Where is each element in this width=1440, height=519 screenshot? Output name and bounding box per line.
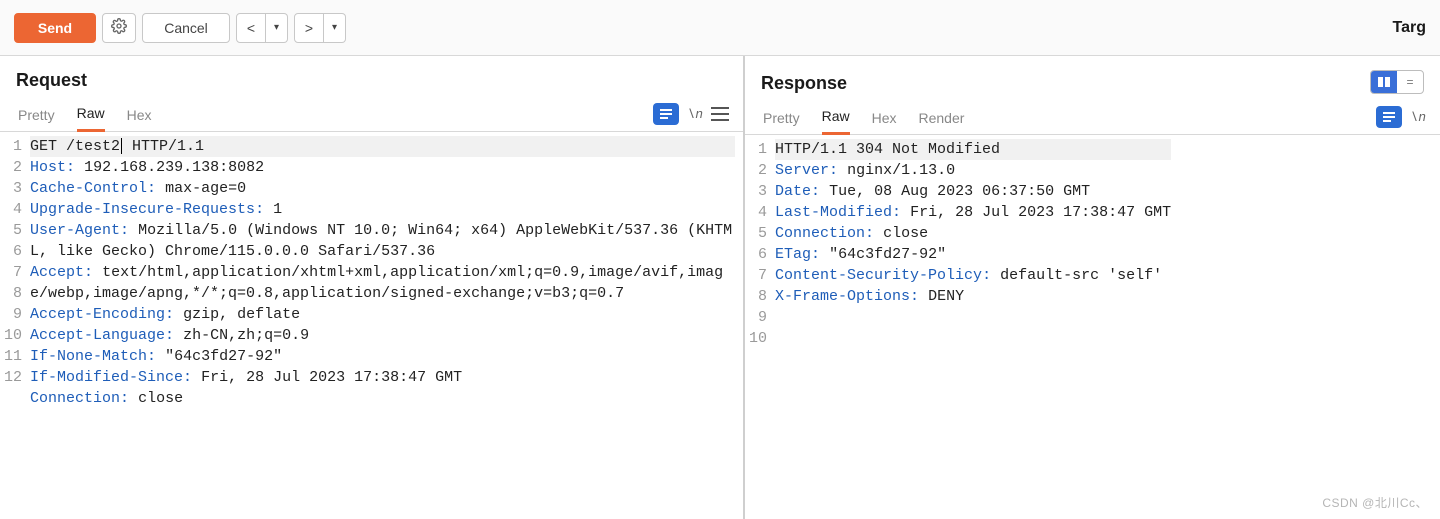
request-tabs: Pretty Raw Hex \n [0,91,743,132]
menu-icon[interactable] [711,107,729,121]
split-panes: Request Pretty Raw Hex \n 12345678910111… [0,56,1440,519]
actions-icon[interactable] [653,103,679,125]
tab-render-resp[interactable]: Render [919,110,965,134]
tab-pretty[interactable]: Pretty [18,107,55,131]
actions-icon-resp[interactable] [1376,106,1402,128]
response-pane: Response = Pretty Raw Hex Render \n [745,56,1440,519]
tab-hex-resp[interactable]: Hex [872,110,897,134]
tab-raw-resp[interactable]: Raw [822,108,850,135]
history-forward-dropdown[interactable]: ▾ [324,13,346,43]
request-pane: Request Pretty Raw Hex \n 12345678910111… [0,56,745,519]
send-button[interactable]: Send [14,13,96,43]
response-title: Response [761,73,847,94]
request-title: Request [16,70,87,91]
tab-pretty-resp[interactable]: Pretty [763,110,800,134]
request-editor[interactable]: 123456789101112 GET /test2 HTTP/1.1Host:… [0,132,743,519]
history-back-button[interactable]: < [236,13,266,43]
history-forward-group: > ▾ [294,13,346,43]
history-back-dropdown[interactable]: ▾ [266,13,288,43]
history-forward-button[interactable]: > [294,13,324,43]
layout-columns-icon[interactable] [1371,71,1397,93]
layout-rows-icon[interactable]: = [1397,71,1423,93]
tab-hex[interactable]: Hex [127,107,152,131]
tab-raw[interactable]: Raw [77,105,105,132]
main-toolbar: Send Cancel < ▾ > ▾ Targ [0,0,1440,56]
settings-button[interactable] [102,13,136,43]
response-editor[interactable]: 12345678910 HTTP/1.1 304 Not ModifiedSer… [745,135,1440,519]
gear-icon [111,18,127,37]
newline-toggle-resp[interactable]: \n [1410,110,1426,125]
target-label: Targ [1393,19,1426,37]
cancel-button[interactable]: Cancel [142,13,230,43]
newline-toggle[interactable]: \n [687,107,703,122]
response-tabs: Pretty Raw Hex Render \n [745,94,1440,135]
history-back-group: < ▾ [236,13,288,43]
layout-toggle[interactable]: = [1370,70,1424,94]
